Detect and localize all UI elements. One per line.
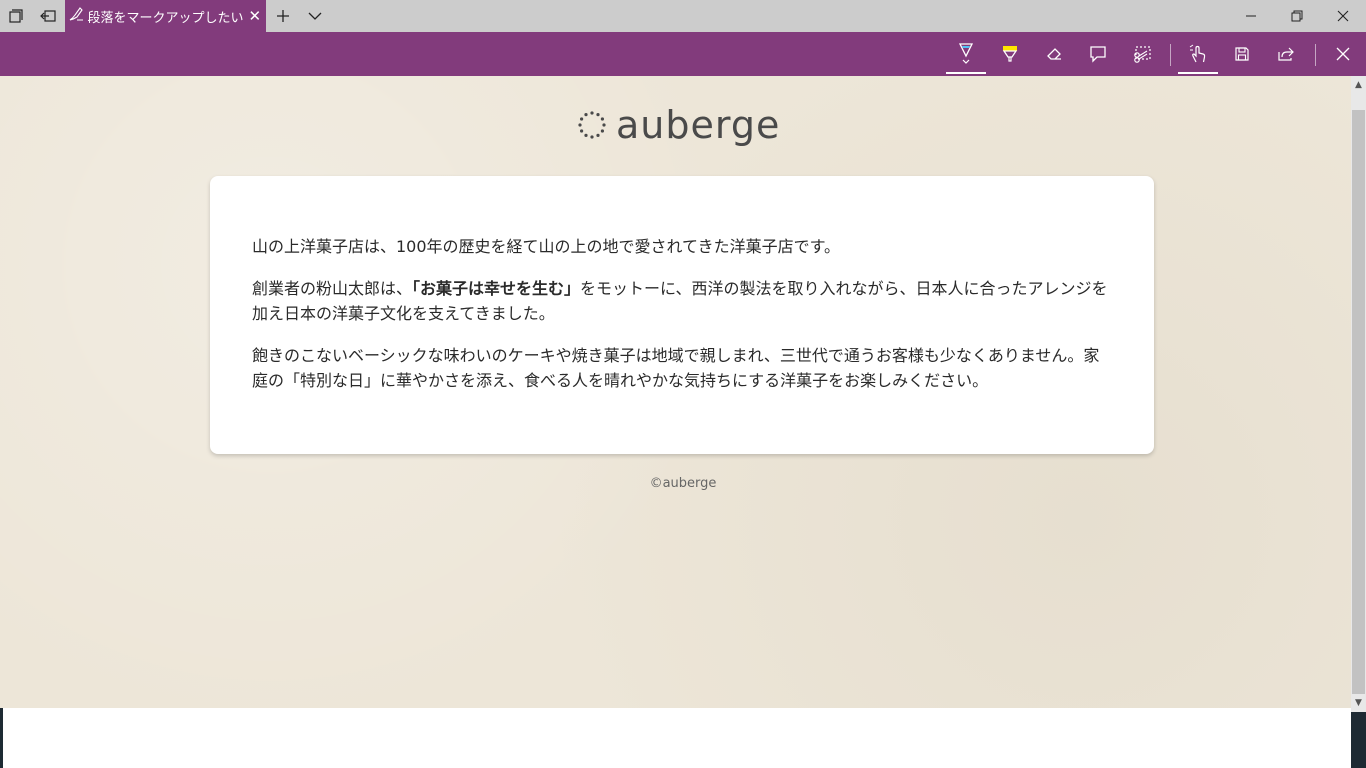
plus-icon[interactable] bbox=[267, 0, 299, 32]
minimize-icon[interactable] bbox=[1228, 0, 1274, 32]
motto-strong: 「お菓子は幸せを生む」 bbox=[412, 279, 581, 298]
selected-tool-indicator bbox=[946, 72, 986, 74]
toolbar-divider bbox=[1315, 44, 1316, 66]
highlighter-tool[interactable] bbox=[990, 32, 1030, 76]
touch-writing-icon bbox=[1189, 44, 1206, 63]
toolbar-divider bbox=[1170, 44, 1171, 66]
content-card: 山の上洋菓子店は、100年の歴史を経て山の上の地で愛されてきた洋菓子店です。 創… bbox=[210, 176, 1154, 454]
add-note-tool[interactable] bbox=[1078, 32, 1118, 76]
comment-icon bbox=[1090, 46, 1106, 63]
tab-title: 段落をマークアップしたい bbox=[87, 10, 244, 26]
share-icon bbox=[1278, 47, 1294, 61]
dotted-circle-logo-icon bbox=[578, 111, 606, 139]
eraser-tool[interactable] bbox=[1034, 32, 1074, 76]
exit-inking-tool[interactable] bbox=[1323, 32, 1363, 76]
close-icon bbox=[1336, 47, 1350, 61]
clip-tool[interactable] bbox=[1122, 32, 1162, 76]
share-tool[interactable] bbox=[1266, 32, 1306, 76]
desktop-edge-left bbox=[0, 728, 3, 768]
copyright: ©auberge bbox=[649, 476, 717, 491]
ink-toolbar bbox=[0, 32, 1366, 76]
tab-close-icon[interactable]: ✕ bbox=[244, 7, 266, 25]
close-icon[interactable] bbox=[1320, 0, 1366, 32]
highlighter-icon bbox=[1002, 46, 1018, 62]
logo-text: auberge bbox=[616, 103, 781, 147]
set-aside-tabs-icon[interactable] bbox=[32, 0, 64, 32]
tab-strip: 段落をマークアップしたい ✕ bbox=[0, 0, 1366, 32]
scrollbar-thumb[interactable] bbox=[1352, 110, 1365, 694]
restore-icon[interactable] bbox=[1274, 0, 1320, 32]
active-tab[interactable]: 段落をマークアップしたい ✕ bbox=[65, 0, 266, 32]
save-icon bbox=[1235, 47, 1249, 61]
chevron-down-icon[interactable] bbox=[299, 0, 331, 32]
ballpoint-pen-icon bbox=[958, 43, 974, 64]
scroll-up-arrow-icon[interactable]: ▲ bbox=[1351, 78, 1366, 92]
touch-writing-active-indicator bbox=[1178, 72, 1218, 74]
site-logo[interactable]: auberge bbox=[578, 103, 780, 147]
clip-icon bbox=[1134, 46, 1151, 63]
tab-actions-icon[interactable] bbox=[0, 0, 32, 32]
desktop-edge-right bbox=[1351, 728, 1366, 768]
paragraph-3: 飽きのこないベーシックな味わいのケーキや焼き菓子は地域で親しまれ、三世代で通うお… bbox=[252, 346, 1100, 390]
paragraph-2: 創業者の粉山太郎は、「お菓子は幸せを生む」をモットーに、西洋の製法を取り入れなが… bbox=[252, 276, 1112, 326]
eraser-icon bbox=[1047, 48, 1061, 60]
save-tool[interactable] bbox=[1222, 32, 1262, 76]
paragraph-2-before: 創業者の粉山太郎は、 bbox=[252, 279, 413, 298]
page-viewport: auberge 山の上洋菓子店は、100年の歴史を経て山の上の地で愛されてきた洋… bbox=[0, 76, 1351, 708]
bottom-blank-area bbox=[3, 708, 1351, 768]
scroll-down-arrow-icon[interactable]: ▼ bbox=[1351, 696, 1366, 710]
touch-writing-tool[interactable] bbox=[1178, 32, 1218, 76]
ballpoint-pen-tool[interactable] bbox=[946, 32, 986, 76]
paragraph-1: 山の上洋菓子店は、100年の歴史を経て山の上の地で愛されてきた洋菓子店です。 bbox=[252, 237, 840, 256]
ballpoint-pen-icon bbox=[65, 6, 87, 26]
